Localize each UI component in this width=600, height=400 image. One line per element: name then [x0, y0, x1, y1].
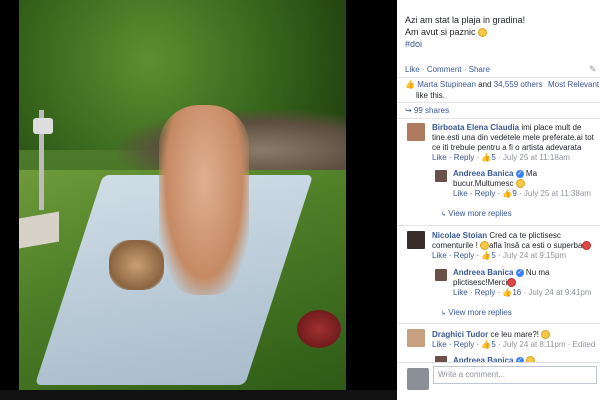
photo-area — [0, 0, 397, 400]
comment-item: Birboata Elena Claudia imi place mult de… — [432, 123, 597, 163]
garden-lamp-head — [33, 118, 53, 134]
smile-emoji-icon — [480, 241, 490, 251]
divider — [397, 102, 600, 103]
like-link[interactable]: Like — [405, 65, 420, 74]
comment-link[interactable]: Comment — [427, 65, 462, 74]
likes-tail-text: like this. — [416, 91, 445, 100]
caption-line-1: Azi am stat la plaja in gradina! — [405, 15, 526, 25]
share-arrow-icon: ↪ — [405, 106, 412, 115]
liker-name-link[interactable]: Marta Stupinean — [417, 80, 476, 89]
comment-like-count[interactable]: 5 — [491, 340, 495, 349]
comment-time[interactable]: July 25 at 11:38am — [524, 189, 591, 198]
comment-author-link[interactable]: Andreea Banica — [453, 169, 513, 178]
comment-author-link[interactable]: Birboata Elena Claudia — [432, 123, 519, 132]
comment-like-count-icon: 👍 — [481, 251, 492, 260]
avatar[interactable] — [435, 269, 447, 281]
divider — [397, 323, 600, 324]
comment-like-count[interactable]: 5 — [491, 153, 495, 162]
comment-author-link[interactable]: Nicolae Stoian — [432, 231, 487, 240]
comment-time[interactable]: July 24 at 8:11pm — [503, 340, 566, 349]
comment-reply-link[interactable]: Reply — [454, 153, 474, 162]
comment-text: ce leu mare?! — [488, 330, 542, 339]
likes-and-text: and — [475, 80, 494, 89]
red-hat — [297, 310, 341, 348]
post-actions: Like · Comment · Share — [405, 65, 490, 74]
likes-others-link[interactable]: 34,559 others — [494, 80, 543, 89]
shares-link[interactable]: ↪ 99 shares — [405, 106, 449, 115]
smile-emoji-icon — [541, 330, 551, 340]
comment-reply-link[interactable]: Reply — [454, 340, 474, 349]
view-more-replies-text: View more replies — [448, 308, 512, 317]
small-dog — [109, 240, 164, 290]
view-more-replies-link[interactable]: ↳ View more replies — [441, 209, 512, 218]
caption-line-2: Am avut si paznic — [405, 27, 476, 37]
post-photo[interactable] — [19, 0, 346, 390]
comment-like-count[interactable]: 5 — [491, 251, 495, 260]
thumbs-up-icon: 👍 — [405, 80, 415, 89]
comment-meta: Like · Reply · 👍9 · July 25 at 11:38am — [453, 189, 591, 198]
hashtag-link[interactable]: #doi — [405, 38, 595, 50]
comment-author-link[interactable]: Draghici Tudor — [432, 330, 488, 339]
most-relevant-dropdown[interactable]: Most Relevant — [548, 79, 599, 90]
post-side-panel: Azi am stat la plaja in gradina! Am avut… — [397, 0, 600, 400]
photo-bottom-strip — [0, 390, 397, 400]
avatar[interactable] — [407, 123, 425, 141]
tag-icon[interactable]: ✎ — [589, 64, 599, 74]
reply-arrow-icon: ↳ — [441, 311, 447, 317]
comment-meta: Like · Reply · 👍16 · July 24 at 9:41pm — [453, 288, 592, 297]
comment-meta: Like · Reply · 👍5 · July 24 at 9:15pm — [432, 251, 567, 260]
comment-item: Nicolae Stoian Cred ca te plictisesc com… — [432, 231, 597, 261]
comment-like-count-icon: 👍 — [481, 153, 492, 162]
avatar[interactable] — [435, 170, 447, 182]
comment-like-link[interactable]: Like — [432, 340, 447, 349]
comment-like-count[interactable]: 16 — [512, 288, 521, 297]
verified-badge-icon: ✓ — [515, 268, 524, 277]
write-comment-input[interactable]: Write a comment... — [433, 366, 597, 384]
edited-label[interactable]: Edited — [573, 340, 596, 349]
view-more-replies-text: View more replies — [448, 209, 512, 218]
comment-item: Draghici Tudor ce leu mare?! Like · Repl… — [432, 330, 597, 350]
lips-emoji-icon — [582, 241, 592, 251]
comment-reply-link[interactable]: Reply — [454, 251, 474, 260]
likes-summary: 👍 Marta Stupinean and 34,559 others like… — [405, 79, 600, 101]
current-user-avatar — [407, 368, 429, 390]
verified-badge-icon: ✓ — [515, 169, 524, 178]
reply-arrow-icon: ↳ — [441, 212, 447, 218]
comment-meta: Like · Reply · 👍5 · July 24 at 8:11pm · … — [432, 340, 596, 349]
comment-author-link[interactable]: Andreea Banica — [453, 268, 513, 277]
divider — [397, 118, 600, 119]
shares-count: 99 shares — [413, 106, 450, 115]
avatar[interactable] — [407, 231, 425, 249]
comment-like-link[interactable]: Like — [453, 189, 468, 198]
divider — [397, 225, 600, 226]
avatar[interactable] — [407, 329, 425, 347]
comment-like-link[interactable]: Like — [432, 251, 447, 260]
comment-time[interactable]: July 24 at 9:15pm — [503, 251, 566, 260]
comment-like-link[interactable]: Like — [432, 153, 447, 162]
blush-emoji-icon — [507, 278, 517, 288]
comment-like-count[interactable]: 9 — [512, 189, 516, 198]
comment-meta: Like · Reply · 👍5 · July 25 at 11:18am — [432, 153, 570, 162]
comment-time[interactable]: July 25 at 11:18am — [503, 153, 570, 162]
smile-emoji-icon — [478, 28, 488, 38]
sunbathing-person — [159, 105, 249, 295]
comment-like-count-icon: 👍 — [502, 288, 513, 297]
photo-viewer: Azi am stat la plaja in gradina! Am avut… — [0, 0, 600, 400]
comment-like-count-icon: 👍 — [481, 340, 492, 349]
view-more-replies-link[interactable]: ↳ View more replies — [441, 308, 512, 317]
reply-item: Andreea Banica ✓ Nu ma plictisesc!Merci … — [453, 268, 597, 298]
comment-time[interactable]: July 24 at 9:41pm — [528, 288, 591, 297]
comment-reply-link[interactable]: Reply — [475, 288, 495, 297]
comment-like-count-icon: 👍 — [502, 189, 513, 198]
comment-text-continued: afla însă ca esti o superba — [489, 241, 583, 250]
post-caption: Azi am stat la plaja in gradina! Am avut… — [405, 14, 595, 50]
smile-emoji-icon — [515, 179, 525, 189]
comment-reply-link[interactable]: Reply — [475, 189, 495, 198]
share-link[interactable]: Share — [469, 65, 490, 74]
reply-item: Andreea Banica ✓ Ma bucur.Multumesc Like… — [453, 169, 597, 199]
comment-like-link[interactable]: Like — [453, 288, 468, 297]
divider — [397, 77, 600, 78]
